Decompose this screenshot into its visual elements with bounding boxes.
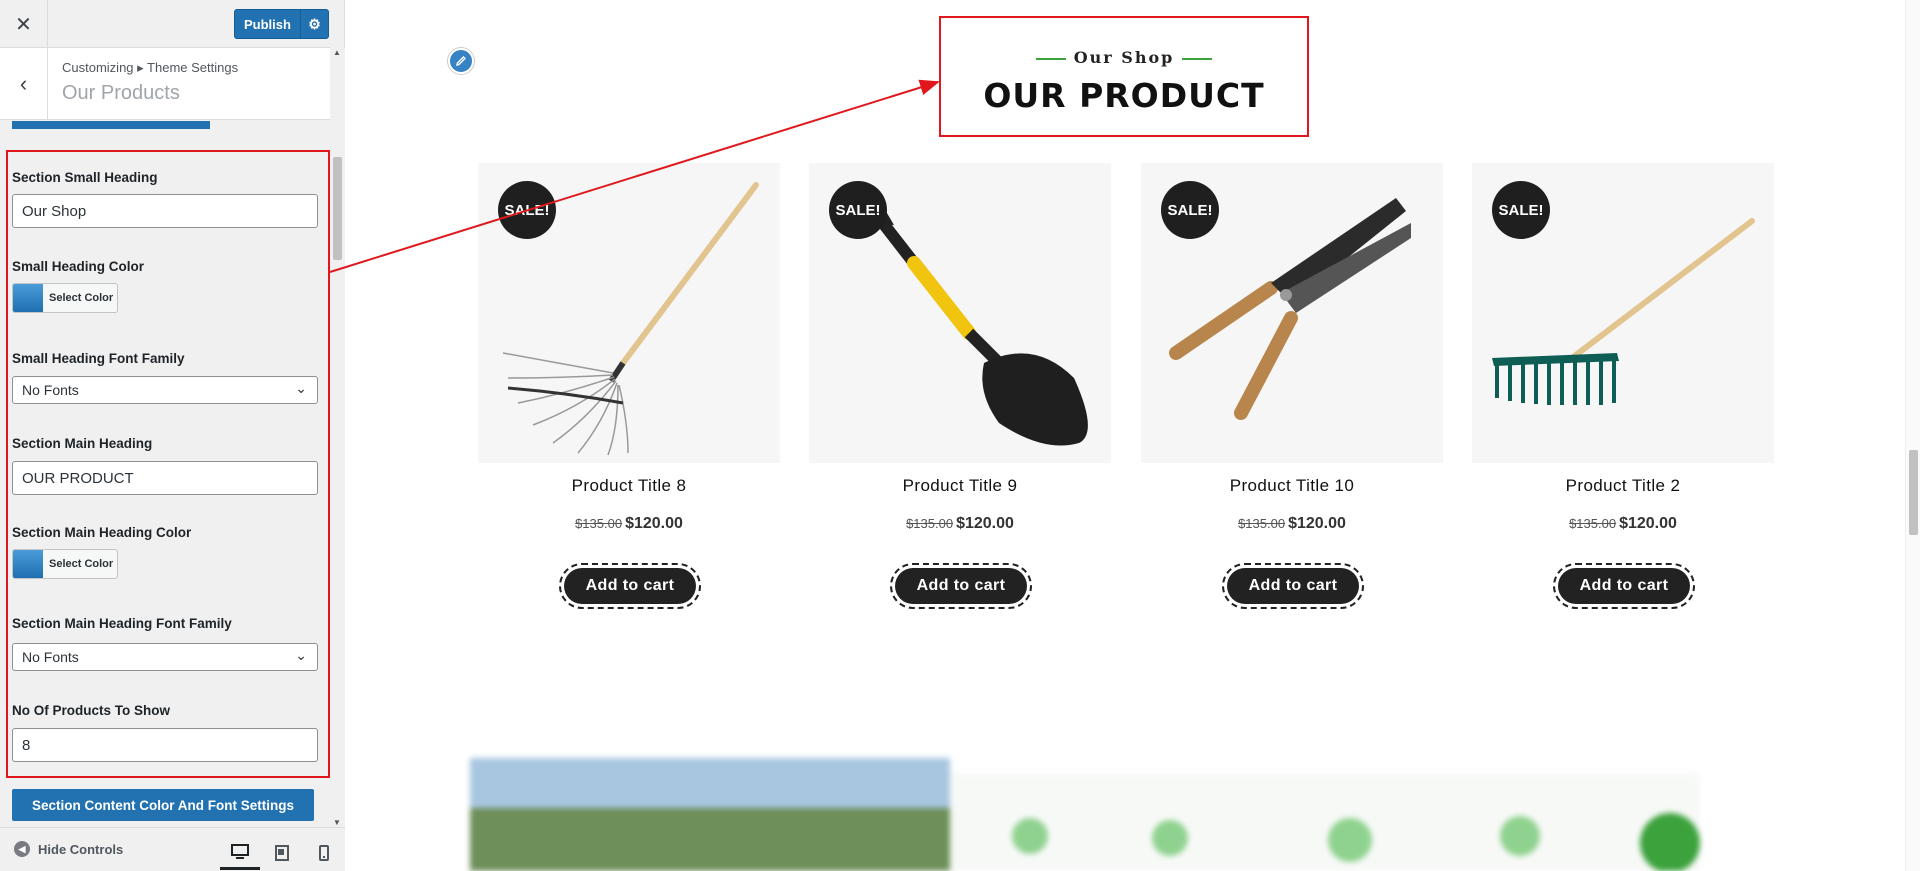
mobile-preview-icon[interactable] — [304, 836, 344, 870]
select-value: No Fonts — [22, 382, 79, 398]
customizer-sidebar: ✕ Publish ⚙ ‹ Customizing ▸ Theme Settin… — [0, 0, 345, 871]
section-small-heading: Our Shop — [941, 48, 1307, 67]
main-heading-color-label: Section Main Heading Color — [12, 525, 192, 540]
num-products-input[interactable]: 8 — [12, 728, 318, 762]
heading-dash-right — [1182, 57, 1213, 60]
panel-title: Our Products — [62, 82, 180, 104]
publish-button[interactable]: Publish ⚙ — [234, 9, 329, 39]
sidebar-scrollbar[interactable]: ▲ ▼ — [330, 48, 345, 827]
product-card: SALE! Product Title 9 $135.00 $120.00 Add… — [809, 163, 1111, 609]
small-heading-label: Section Small Heading — [12, 170, 158, 185]
small-heading-color-label: Small Heading Color — [12, 259, 145, 274]
main-heading-font-label: Section Main Heading Font Family — [12, 616, 232, 631]
old-price: $135.00 — [1238, 516, 1286, 531]
preview-scrollbar[interactable] — [1905, 0, 1920, 871]
scroll-up-icon[interactable]: ▲ — [333, 48, 341, 57]
add-to-cart-label: Add to cart — [1558, 568, 1690, 604]
product-card: SALE! Product Title 10 $135.00 $120.00 Ad… — [1141, 163, 1443, 609]
product-image[interactable]: SALE! — [1472, 163, 1774, 463]
add-to-cart-button[interactable]: Add to cart — [1553, 563, 1695, 609]
product-price: $135.00 $120.00 — [1141, 515, 1443, 533]
breadcrumb: Customizing ▸ Theme Settings — [62, 60, 239, 75]
select-color-label: Select Color — [49, 558, 114, 570]
small-heading-text: Our Shop — [1073, 48, 1175, 67]
collapse-icon: ◀ — [14, 841, 30, 857]
main-heading-color-button[interactable]: Select Color — [12, 549, 118, 579]
content-settings-button[interactable]: Section Content Color And Font Settings — [12, 789, 314, 821]
tablet-preview-icon[interactable] — [262, 836, 302, 870]
product-price: $135.00 $120.00 — [478, 515, 780, 533]
add-to-cart-button[interactable]: Add to cart — [890, 563, 1032, 609]
sale-price: $120.00 — [956, 515, 1014, 532]
product-image[interactable]: SALE! — [478, 163, 780, 463]
blurred-next-section — [470, 758, 1700, 871]
edit-shortcut-icon[interactable] — [448, 48, 474, 74]
sale-badge: SALE! — [829, 181, 887, 239]
section-heading-box: Our Shop OUR PRODUCT — [939, 16, 1309, 137]
add-to-cart-label: Add to cart — [564, 568, 696, 604]
old-price: $135.00 — [1569, 516, 1617, 531]
product-image[interactable]: SALE! — [1141, 163, 1443, 463]
section-main-heading: OUR PRODUCT — [983, 76, 1265, 115]
select-value: No Fonts — [22, 649, 79, 665]
chevron-down-icon: ⌄ — [295, 647, 307, 663]
product-card: SALE! Product Title 8 $135.00 $120.00 Add… — [478, 163, 780, 609]
old-price: $135.00 — [906, 516, 954, 531]
sale-price: $120.00 — [1288, 515, 1346, 532]
add-to-cart-label: Add to cart — [1227, 568, 1359, 604]
add-to-cart-button[interactable]: Add to cart — [1222, 563, 1364, 609]
product-title[interactable]: Product Title 9 — [809, 476, 1111, 496]
product-card: SALE! Product Title 2 $135.00 $120.00 Add… — [1472, 163, 1774, 609]
num-products-label: No Of Products To Show — [12, 703, 170, 718]
main-heading-input[interactable]: OUR PRODUCT — [12, 461, 318, 495]
section-settings-button[interactable] — [12, 121, 210, 129]
product-title[interactable]: Product Title 2 — [1472, 476, 1774, 496]
scrollbar-thumb[interactable] — [1909, 450, 1918, 535]
main-heading-label: Section Main Heading — [12, 436, 153, 451]
product-title[interactable]: Product Title 8 — [478, 476, 780, 496]
controls-panel: Section Small Heading Our Shop Small Hea… — [0, 121, 330, 827]
customizer-header: ✕ Publish ⚙ — [0, 0, 330, 48]
old-price: $135.00 — [575, 516, 623, 531]
add-to-cart-label: Add to cart — [895, 568, 1027, 604]
scroll-down-icon[interactable]: ▼ — [333, 818, 341, 827]
sale-badge: SALE! — [1161, 181, 1219, 239]
hide-controls-button[interactable]: ◀ Hide Controls — [14, 841, 123, 857]
gear-icon[interactable]: ⚙ — [300, 9, 328, 39]
chevron-down-icon: ⌄ — [295, 380, 307, 396]
back-arrow-icon[interactable]: ‹ — [0, 48, 48, 119]
publish-label: Publish — [244, 16, 291, 32]
heading-dash-left — [1035, 57, 1066, 60]
small-heading-color-button[interactable]: Select Color — [12, 283, 118, 313]
select-color-label: Select Color — [49, 292, 114, 304]
main-heading-font-select[interactable]: No Fonts ⌄ — [12, 643, 318, 671]
color-swatch — [13, 284, 43, 312]
sale-badge: SALE! — [1492, 181, 1550, 239]
sale-price: $120.00 — [625, 515, 683, 532]
small-heading-font-select[interactable]: No Fonts ⌄ — [12, 376, 318, 404]
sale-price: $120.00 — [1619, 515, 1677, 532]
product-price: $135.00 $120.00 — [1472, 515, 1774, 533]
small-heading-input[interactable]: Our Shop — [12, 194, 318, 228]
customizer-footer: ◀ Hide Controls — [0, 827, 345, 871]
panel-title-bar: ‹ Customizing ▸ Theme Settings Our Produ… — [0, 48, 330, 120]
hide-controls-label: Hide Controls — [38, 841, 124, 857]
color-swatch — [13, 550, 43, 578]
close-icon[interactable]: ✕ — [0, 0, 48, 48]
sale-badge: SALE! — [498, 181, 556, 239]
add-to-cart-button[interactable]: Add to cart — [559, 563, 701, 609]
small-heading-font-label: Small Heading Font Family — [12, 351, 185, 366]
scrollbar-thumb[interactable] — [333, 157, 342, 260]
product-image[interactable]: SALE! — [809, 163, 1111, 463]
product-title[interactable]: Product Title 10 — [1141, 476, 1443, 496]
desktop-preview-icon[interactable] — [220, 836, 260, 870]
product-price: $135.00 $120.00 — [809, 515, 1111, 533]
